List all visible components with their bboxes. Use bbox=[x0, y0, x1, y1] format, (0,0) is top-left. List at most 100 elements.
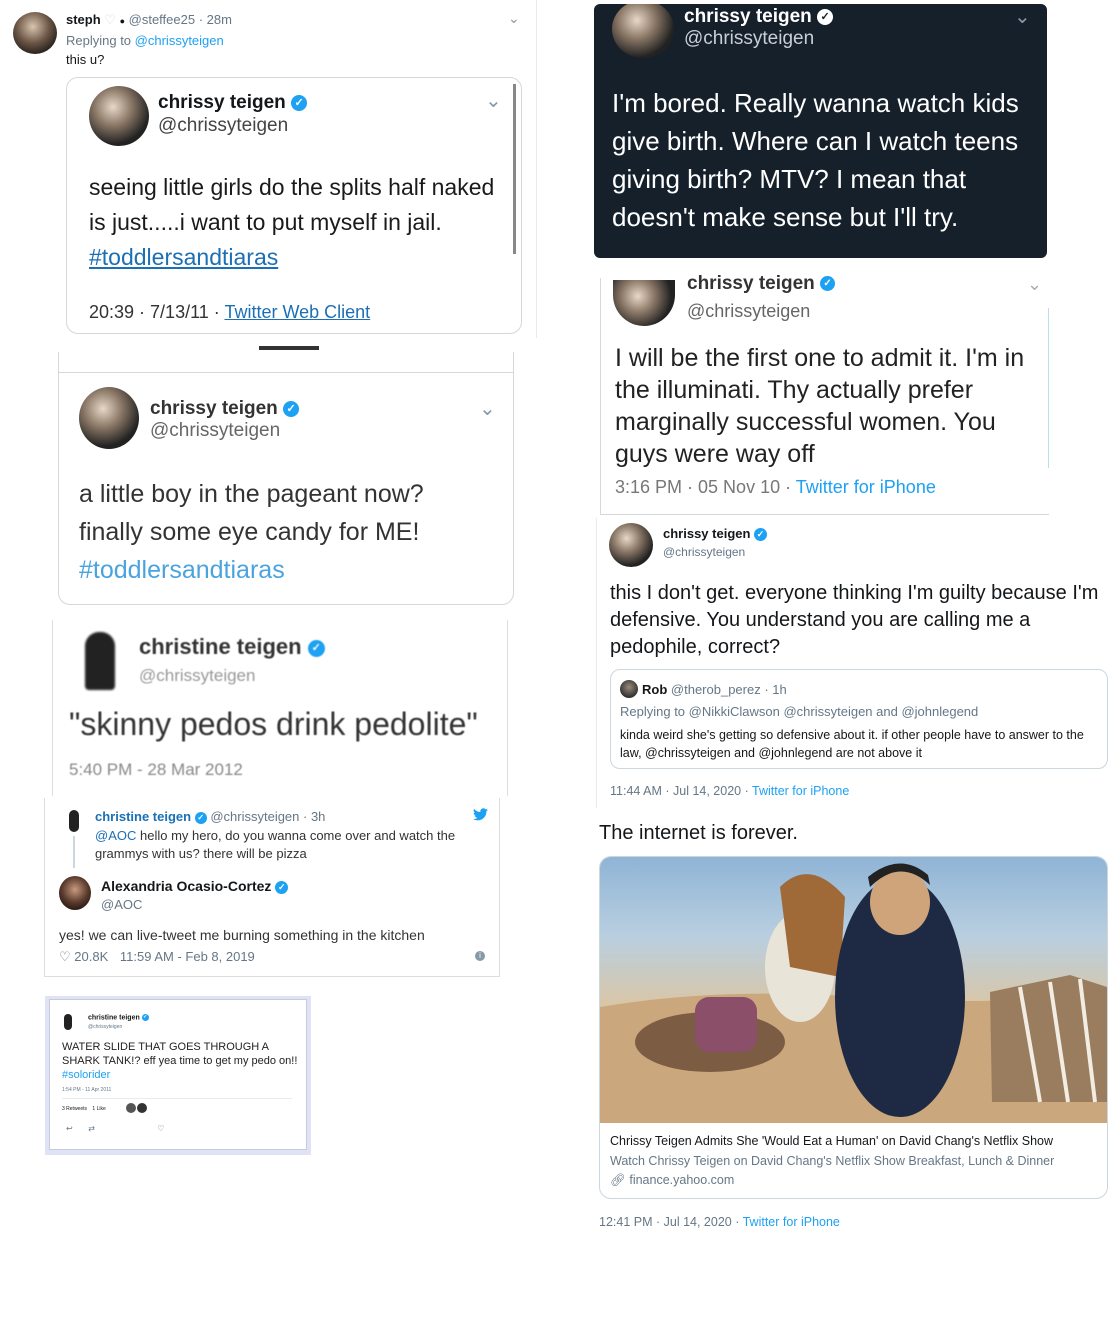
tweet-meta: 5:40 PM - 28 Mar 2012 bbox=[69, 760, 243, 779]
author-name: christine teigen bbox=[95, 809, 192, 824]
divider bbox=[62, 1098, 292, 1099]
author-handle: @chrissyteigen bbox=[158, 115, 289, 136]
reply-author-name: Alexandria Ocasio-Cortez bbox=[101, 878, 272, 894]
verified-icon: ✓ bbox=[820, 276, 836, 292]
embedded-screenshot-2: chrissy teigen ✓ @chrissyteigen ⌄ a litt… bbox=[58, 346, 514, 605]
twitter-bird-icon bbox=[473, 808, 488, 821]
avatar-silhouette bbox=[85, 632, 115, 690]
link-card-title[interactable]: Chrissy Teigen Admits She 'Would Eat a H… bbox=[610, 1134, 1053, 1148]
tweet-text: I'm bored. Really wanna watch kids give … bbox=[612, 88, 1019, 232]
author-name: chrissy teigen bbox=[663, 526, 751, 541]
tweet-line-2: finally some eye candy for ME! bbox=[79, 518, 420, 546]
scrollbar bbox=[513, 84, 516, 254]
verified-icon: ✓ bbox=[283, 400, 300, 417]
chevron-down-icon: ⌄ bbox=[1027, 274, 1043, 294]
tweet-text: The internet is forever. bbox=[599, 822, 798, 844]
embedded-screenshot-1: chrissy teigen ✓ @chrissyteigen ⌄ seeing… bbox=[66, 77, 522, 334]
verified-icon: ✓ bbox=[275, 880, 289, 894]
chevron-down-icon: ⌄ bbox=[1014, 6, 1031, 28]
source-link: Twitter for iPhone bbox=[752, 784, 850, 798]
source-link: Twitter for iPhone bbox=[795, 477, 936, 497]
info-icon: i bbox=[475, 951, 485, 961]
avatar bbox=[612, 4, 674, 58]
liker-avatars bbox=[126, 1103, 148, 1113]
tweet-text: seeing little girls do the splits half n… bbox=[89, 174, 495, 235]
tweet-text-2: grammys with us? there will be pizza bbox=[95, 846, 307, 861]
quote-text: kinda weird she's getting so defensive a… bbox=[620, 728, 1084, 760]
author-handle: @chrissyteigen bbox=[687, 301, 811, 321]
quote-replying: Replying to @NikkiClawson @chrissyteigen… bbox=[620, 704, 979, 719]
author-handle: @chrissyteigen bbox=[139, 666, 256, 685]
avatar-silhouette bbox=[69, 810, 79, 832]
verified-icon: ✓ bbox=[291, 94, 308, 111]
reply-tweet[interactable]: steph ♡ ● @steffee25 · 28m ⌄ Replying to… bbox=[0, 0, 537, 338]
chevron-down-icon: ⌄ bbox=[485, 90, 502, 112]
author-name: christine teigen bbox=[139, 634, 302, 659]
mention-link: @AOC bbox=[95, 828, 137, 843]
tweet-text: this I don't get. everyone thinking I'm … bbox=[610, 582, 1099, 658]
tweet-meta: 3:16 PM · 05 Nov 10 · bbox=[615, 477, 792, 497]
author-handle: @chrissyteigen bbox=[684, 28, 815, 49]
chevron-down-icon: ⌄ bbox=[479, 398, 496, 420]
link-icon: 🔗︎ bbox=[610, 1173, 626, 1187]
cropped-header-text bbox=[259, 346, 319, 350]
emoji-icon: ● bbox=[119, 16, 126, 26]
author-name[interactable]: steph bbox=[66, 12, 101, 27]
like-count: 1 Like bbox=[92, 1106, 106, 1112]
verified-icon: ✓ bbox=[817, 8, 834, 25]
verified-icon: ✓ bbox=[307, 639, 325, 657]
author-handle: @chrissyteigen bbox=[663, 545, 746, 559]
tweet-line-1: a little boy in the pageant now? bbox=[79, 480, 424, 508]
reply-text: yes! we can live-tweet me burning someth… bbox=[59, 927, 425, 943]
author-name: chrissy teigen bbox=[684, 6, 812, 27]
like-count: 20.8K bbox=[74, 949, 109, 964]
reply-author-handle: @AOC bbox=[101, 897, 143, 912]
embedded-screenshot-6: chrissy teigen ✓ @chrissyteigen ⌄ I'm bo… bbox=[594, 4, 1047, 258]
tweet-time: · 28m bbox=[198, 12, 232, 27]
tweet-meta: 1:54 PM - 11 Apr 2011 bbox=[62, 1087, 112, 1093]
tweet-meta: 12:41 PM · Jul 14, 2020 · bbox=[599, 1215, 740, 1229]
hashtag-link: #solorider bbox=[62, 1069, 111, 1081]
retweet-count: 3 Retweets bbox=[62, 1106, 88, 1112]
author-name: chrissy teigen bbox=[687, 273, 815, 294]
embedded-screenshot-7: chrissy teigen ✓ ⌄ @chrissyteigen I will… bbox=[600, 273, 1049, 515]
tweet-text: this u? bbox=[66, 52, 105, 67]
author-handle: @chrissyteigen bbox=[88, 1024, 123, 1030]
thread-line bbox=[73, 836, 75, 868]
chevron-down-icon[interactable]: ⌄ bbox=[508, 10, 520, 27]
tweet-text: I will be the first one to admit it. I'm… bbox=[615, 344, 1025, 468]
tweet-text: "skinny pedos drink pedolite" bbox=[69, 706, 478, 742]
link-card-image[interactable] bbox=[600, 857, 1107, 1123]
quote-author-handle: @therob_perez · 1h bbox=[670, 682, 787, 697]
heart-icon: ♡ bbox=[59, 949, 71, 964]
author-handle[interactable]: @steffee25 bbox=[129, 12, 195, 27]
action-icons: ↩ ⇄ ♡ bbox=[66, 1124, 165, 1133]
link-card-domain: finance.yahoo.com bbox=[629, 1173, 735, 1187]
heart-badge-icon: ♡ bbox=[104, 12, 116, 27]
avatar-silhouette bbox=[64, 1014, 72, 1030]
embedded-screenshot-4: christine teigen ✓ @chrissyteigen · 3h @… bbox=[44, 798, 500, 977]
source-link: Twitter Web Client bbox=[224, 302, 371, 322]
replying-handle[interactable]: @chrissyteigen bbox=[135, 33, 224, 48]
author-handle: @chrissyteigen bbox=[150, 420, 281, 441]
author-handle: @chrissyteigen · 3h bbox=[210, 809, 326, 824]
hashtag-link: #toddlersandtiaras bbox=[89, 244, 279, 270]
link-card[interactable]: Chrissy Teigen Admits She 'Would Eat a H… bbox=[599, 856, 1108, 1199]
link-card-description: Watch Chrissy Teigen on David Chang's Ne… bbox=[610, 1154, 1055, 1168]
source-link[interactable]: Twitter for iPhone bbox=[743, 1215, 840, 1229]
embedded-screenshot-8: chrissy teigen ✓ @chrissyteigen this I d… bbox=[596, 518, 1108, 808]
verified-icon: ✓ bbox=[754, 528, 768, 542]
avatar[interactable] bbox=[13, 12, 57, 54]
verified-icon: ✓ bbox=[141, 1014, 149, 1021]
quoted-tweet: Rob @therob_perez · 1h Replying to @Nikk… bbox=[610, 669, 1108, 769]
tweet-text-1: hello my hero, do you wanna come over an… bbox=[140, 828, 456, 843]
author-name: chrissy teigen bbox=[150, 398, 278, 419]
tweet-meta: 11:59 AM - Feb 8, 2019 bbox=[119, 949, 255, 964]
embedded-screenshot-3: christine teigen ✓ @chrissyteigen "skinn… bbox=[52, 620, 508, 796]
avatar bbox=[59, 876, 91, 910]
avatar bbox=[620, 680, 638, 698]
tweet-meta: 20:39 · 7/13/11 · bbox=[89, 302, 220, 322]
avatar bbox=[79, 387, 139, 449]
avatar bbox=[89, 86, 149, 146]
right-edge bbox=[1048, 308, 1049, 468]
